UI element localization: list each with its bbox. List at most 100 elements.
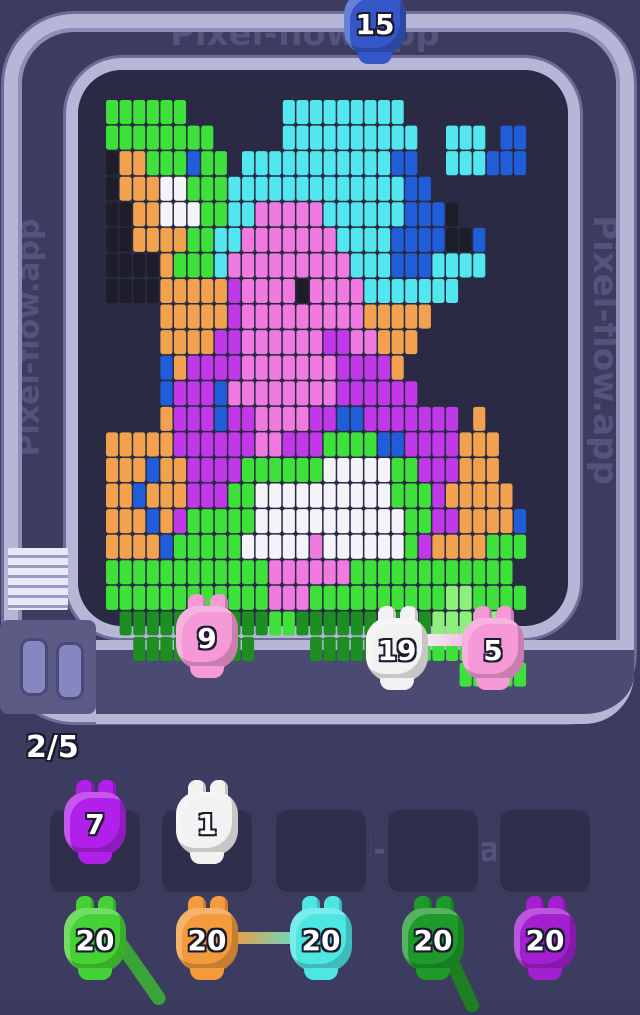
pixel-block [174, 330, 187, 355]
pixel-block [269, 227, 282, 252]
pixel-block [296, 585, 309, 610]
pig-count: 7 [85, 808, 105, 841]
pixel-block [269, 534, 282, 559]
pixel-block [418, 509, 431, 534]
pixel-block [146, 585, 159, 610]
pixel-block [391, 483, 404, 508]
pixel-block [446, 483, 459, 508]
pixel-block [133, 253, 146, 278]
reserve-pig[interactable]: 20 [284, 894, 358, 980]
reserve-pig[interactable]: 20 [170, 894, 244, 980]
pixel-block [350, 355, 363, 380]
pixel-block [364, 483, 377, 508]
pixel-block [514, 534, 527, 559]
pixel-block [350, 560, 363, 585]
pixel-block [174, 227, 187, 252]
conveyor-pig[interactable]: 5 [456, 604, 530, 690]
pixel-block [296, 509, 309, 534]
pixel-block [350, 278, 363, 304]
pixel-block [350, 534, 363, 559]
pixel-block [133, 560, 146, 585]
pixel-block [473, 509, 486, 534]
top-conveyor-pig[interactable]: 15 [338, 0, 412, 64]
pixel-block [160, 202, 173, 227]
pig-count: 20 [525, 924, 565, 957]
pixel-block [446, 151, 459, 176]
pixel-block [446, 125, 459, 150]
queue-pig[interactable]: 7 [58, 778, 132, 864]
pixel-block [146, 202, 159, 227]
pixel-block [378, 406, 391, 431]
pixel-block [242, 304, 255, 329]
pixel-block [160, 560, 173, 585]
reserve-pig[interactable]: 20 [58, 894, 132, 980]
pixel-block [514, 151, 527, 176]
pixel-block [187, 176, 200, 201]
pixel-block [323, 253, 336, 278]
pixel-block [255, 278, 268, 304]
pixel-block [106, 253, 119, 278]
pixel-block [255, 432, 268, 457]
conveyor-pig[interactable]: 9 [170, 592, 244, 678]
pixel-block [174, 432, 187, 457]
pixel-block [405, 534, 418, 559]
pixel-block [160, 330, 173, 355]
queue-slot[interactable] [272, 806, 370, 896]
pixel-block [350, 125, 363, 150]
pixel-block [282, 483, 295, 508]
pixel-block [242, 176, 255, 201]
pixel-block [201, 227, 214, 252]
pixel-block [228, 176, 241, 201]
pixel-block [282, 560, 295, 585]
reserve-pig[interactable]: 20 [396, 894, 470, 980]
pixel-block [391, 330, 404, 355]
pixel-block [310, 151, 323, 176]
queue-slot[interactable] [384, 806, 482, 896]
pixel-block [405, 560, 418, 585]
pixel-block [228, 330, 241, 355]
pixel-block [187, 483, 200, 508]
pixel-block [242, 202, 255, 227]
pixel-block [174, 560, 187, 585]
pixel-block [405, 125, 418, 150]
queue-pig[interactable]: 1 [170, 778, 244, 864]
pixel-block [133, 176, 146, 201]
pixel-block [201, 509, 214, 534]
pixel-block [146, 636, 159, 661]
pixel-block [201, 355, 214, 380]
pixel-block [323, 585, 336, 610]
pixel-block [378, 483, 391, 508]
pixel-block [350, 483, 363, 508]
pixel-block [146, 457, 159, 483]
pixel-block [187, 355, 200, 380]
pixel-block [432, 611, 445, 636]
pixel-block [446, 278, 459, 304]
pixel-block [446, 253, 459, 278]
pixel-block [187, 125, 200, 150]
pixel-block [323, 278, 336, 304]
queue-slot[interactable] [496, 806, 594, 896]
pixel-block [160, 227, 173, 252]
pig-feet [358, 52, 392, 64]
pixel-block [201, 432, 214, 457]
pig-count: 15 [355, 8, 395, 41]
pixel-block [473, 253, 486, 278]
pixel-block [486, 432, 499, 457]
pixel-block [282, 278, 295, 304]
pixel-block [228, 457, 241, 483]
pixel-block [160, 457, 173, 483]
pixel-block [146, 278, 159, 304]
pig-count: 9 [197, 622, 217, 655]
pixel-block [364, 355, 377, 380]
pixel-block [282, 202, 295, 227]
pixel-block [242, 355, 255, 380]
conveyor-pig[interactable]: 19 [360, 604, 434, 690]
pixel-block [337, 432, 350, 457]
pixel-block [486, 483, 499, 508]
pixel-block [459, 227, 472, 252]
pixel-block [418, 483, 431, 508]
pixel-block [282, 100, 295, 125]
pixel-block [405, 381, 418, 406]
reserve-pig[interactable]: 20 [508, 894, 582, 980]
pixel-block [174, 253, 187, 278]
